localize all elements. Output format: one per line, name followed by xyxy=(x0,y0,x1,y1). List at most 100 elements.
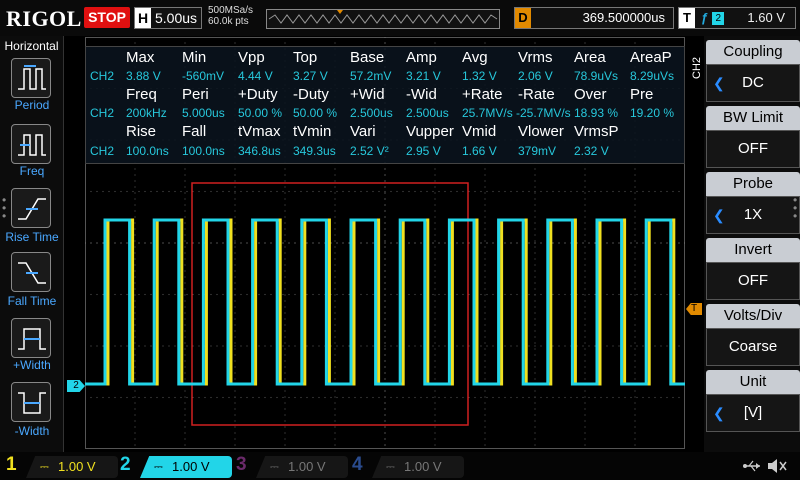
delay-value: 369.500000us xyxy=(582,10,665,25)
meas-value: 379mV xyxy=(518,144,557,158)
meas-header: Vmid xyxy=(462,123,497,140)
channel-box: ⎓ 1.00 V xyxy=(256,456,348,478)
pos-width-button[interactable] xyxy=(11,318,51,358)
bw-limit-menu[interactable]: BW Limit OFF xyxy=(706,106,800,170)
run-stop-indicator[interactable]: STOP xyxy=(84,7,130,28)
coupling-menu[interactable]: Coupling ❮ DC xyxy=(706,40,800,104)
meas-value: 200kHz xyxy=(126,106,167,120)
rising-edge-icon: ƒ xyxy=(701,10,709,25)
sample-rate: 500MSa/s xyxy=(208,5,254,16)
meas-header: Peri xyxy=(182,86,209,103)
measure-left-panel: Horizontal Period Freq Rise Time Fall Ti… xyxy=(0,36,64,452)
meas-header: Freq xyxy=(126,86,157,103)
memory-waveform-icon xyxy=(268,10,498,24)
period-button[interactable] xyxy=(11,58,51,98)
meas-header: Base xyxy=(350,49,385,66)
delay-label: D xyxy=(515,8,531,28)
freq-button[interactable] xyxy=(11,124,51,164)
meas-value: 57.2mV xyxy=(350,69,392,83)
menu-value: OFF xyxy=(706,130,800,168)
fall-time-label: Fall Time xyxy=(7,294,57,308)
meas-value: 19.20 % xyxy=(630,106,675,120)
meas-row1-values: CH2 3.88 V -560mV 4.44 V 3.27 V 57.2mV 3… xyxy=(86,69,686,87)
meas-value: -25.7MV/s xyxy=(516,106,571,120)
menu-value-box: ❮ 1X xyxy=(706,196,800,234)
meas-value: 50.00 % xyxy=(293,106,338,120)
meas-header: Vari xyxy=(350,123,376,140)
meas-value: 2.95 V xyxy=(406,144,441,158)
meas-channel: CH2 xyxy=(90,144,115,158)
meas-value: 5.000us xyxy=(182,106,225,120)
channel-menu-panel: Coupling ❮ DC BW Limit OFF Probe ❮ 1X Inve… xyxy=(704,36,800,452)
channel-status-bar: 1 ⎓ 1.00 V 2 ⎓ 1.00 V 3 ⎓ 1.00 V 4 ⎓ 1.00 V xyxy=(0,452,800,480)
meas-header: Top xyxy=(293,49,318,66)
meas-value: -560mV xyxy=(182,69,225,83)
channel-scale: 1.00 V xyxy=(172,459,210,474)
frequency-icon xyxy=(18,134,46,156)
ch1-status[interactable]: 1 ⎓ 1.00 V xyxy=(6,454,118,478)
menu-value-box: ❮ DC xyxy=(706,64,800,102)
timebase-label: H xyxy=(135,8,151,28)
probe-menu[interactable]: Probe ❮ 1X xyxy=(706,172,800,236)
menu-value: DC xyxy=(742,74,764,91)
neg-width-label: -Width xyxy=(14,424,50,438)
channel-number: 1 xyxy=(6,454,17,475)
meas-value: 2.32 V xyxy=(574,144,609,158)
rise-time-button[interactable] xyxy=(11,188,51,228)
select-arrow-icon: ❮ xyxy=(713,405,725,421)
meas-header: Area xyxy=(574,49,606,66)
invert-menu[interactable]: Invert OFF xyxy=(706,238,800,302)
ch1-waveform xyxy=(85,218,685,386)
meas-value: 2.500us xyxy=(406,106,449,120)
dc-coupling-icon: ⎓ xyxy=(40,461,49,473)
menu-value: OFF xyxy=(706,262,800,300)
timebase-value: 5.00us xyxy=(155,10,198,26)
menu-value: [V] xyxy=(743,404,763,421)
meas-header: +Duty xyxy=(238,86,278,103)
ch4-status[interactable]: 4 ⎓ 1.00 V xyxy=(352,454,464,478)
trigger-label: T xyxy=(679,8,695,28)
meas-channel: CH2 xyxy=(90,106,115,120)
meas-header: -Duty xyxy=(293,86,329,103)
channel-scale: 1.00 V xyxy=(404,459,442,474)
top-status-bar: RIGOL STOP H 5.00us 500MSa/s 60.0k pts D 3… xyxy=(0,0,800,36)
meas-header: +Rate xyxy=(462,86,503,103)
volts-div-menu[interactable]: Volts/Div Coarse xyxy=(706,304,800,368)
period-label: Period xyxy=(14,98,50,112)
meas-header: tVmax xyxy=(238,123,281,140)
timebase-display[interactable]: H 5.00us xyxy=(134,7,202,29)
meas-header: AreaP xyxy=(630,49,672,66)
channel-number: 3 xyxy=(236,454,247,475)
trigger-level: 1.60 V xyxy=(747,10,785,25)
trigger-settings-display[interactable]: Tƒ 2 1.60 V xyxy=(678,7,796,29)
meas-header: Rise xyxy=(126,123,157,140)
ch2-offset-marker[interactable]: 2 xyxy=(67,380,85,392)
ch2-status[interactable]: 2 ⎓ 1.00 V xyxy=(120,454,232,478)
meas-value: 2.500us xyxy=(350,106,393,120)
neg-width-button[interactable] xyxy=(11,382,51,422)
period-icon xyxy=(18,65,46,90)
unit-menu[interactable]: Unit ❮ [V] xyxy=(706,370,800,434)
trigger-level-marker[interactable]: T xyxy=(686,303,702,315)
ch3-status[interactable]: 3 ⎓ 1.00 V xyxy=(236,454,348,478)
channel-box: ⎓ 1.00 V xyxy=(372,456,464,478)
meas-channel: CH2 xyxy=(90,69,115,83)
channel-scale: 1.00 V xyxy=(58,459,96,474)
meas-header: Vpp xyxy=(238,49,265,66)
trigger-delay-display[interactable]: D 369.500000us xyxy=(514,7,674,29)
memory-overview-waveform xyxy=(266,9,500,29)
fall-time-button[interactable] xyxy=(11,252,51,292)
speaker-mute-icon[interactable] xyxy=(766,458,788,474)
meas-value: 3.21 V xyxy=(406,69,441,83)
meas-value: 100.0ns xyxy=(126,144,169,158)
meas-header: Max xyxy=(126,49,155,66)
menu-value: Coarse xyxy=(706,328,800,366)
menu-title: Coupling xyxy=(706,40,800,64)
meas-value: 346.8us xyxy=(238,144,281,158)
menu-value: 1X xyxy=(743,206,763,223)
meas-header: tVmin xyxy=(293,123,332,140)
meas-row1-header: Max Min Vpp Top Base Amp Avg Vrms Area A… xyxy=(86,49,686,67)
dc-coupling-icon: ⎓ xyxy=(154,461,163,473)
meas-value: 8.29uVs xyxy=(630,69,675,83)
meas-value: 2.52 V² xyxy=(350,144,389,158)
